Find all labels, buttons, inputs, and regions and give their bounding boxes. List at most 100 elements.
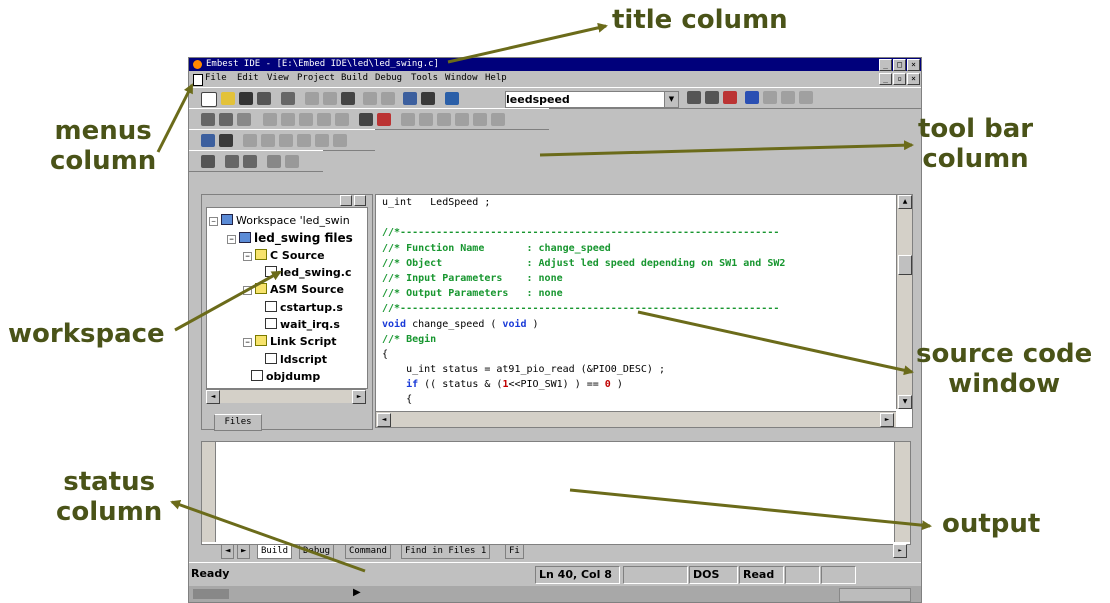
paste-icon[interactable] (341, 92, 355, 105)
scroll-right-icon[interactable]: ► (893, 544, 907, 558)
redo-icon[interactable] (381, 92, 395, 105)
workspace-dock-button[interactable] (340, 195, 352, 206)
save-icon[interactable] (239, 92, 253, 105)
output-toggle-icon[interactable] (421, 92, 435, 105)
code-line[interactable]: //* Input Parameters : none (382, 271, 894, 286)
call-stack-icon[interactable] (473, 113, 487, 126)
disconnect-icon[interactable] (285, 155, 299, 168)
code-line[interactable]: { (382, 347, 894, 362)
workspace-hscrollbar[interactable]: ◄ ► (206, 389, 366, 404)
view-workspace-icon[interactable] (201, 134, 215, 147)
view-registers-icon[interactable] (279, 134, 293, 147)
tab-find-in-files-1[interactable]: Find in Files 1 (401, 544, 491, 559)
remote-connect-icon[interactable] (201, 155, 215, 168)
view-memory-icon[interactable] (297, 134, 311, 147)
workspace-close-button[interactable] (354, 195, 366, 206)
tree-item-workspace[interactable]: − Workspace 'led_swin (209, 214, 350, 227)
scroll-down-icon[interactable]: ▼ (898, 395, 912, 409)
scroll-thumb[interactable] (898, 255, 912, 275)
step-over-icon[interactable] (299, 113, 313, 126)
save-all-icon[interactable] (257, 92, 271, 105)
code-line[interactable]: u_int LedSpeed ; (382, 195, 894, 210)
scroll-right-icon[interactable]: ► (880, 413, 894, 427)
code-line[interactable]: //* Function Name : change_speed (382, 241, 894, 256)
scroll-left-icon[interactable]: ◄ (206, 390, 220, 404)
tab-nav-right-icon[interactable]: ► (237, 544, 251, 559)
collapse-icon[interactable]: − (209, 217, 218, 226)
undo-icon[interactable] (363, 92, 377, 105)
scroll-right-icon[interactable]: ► (352, 390, 366, 404)
code-line[interactable]: if (( status & (1<<PIO_SW1) ) == 0 ) (382, 377, 894, 392)
close-button[interactable]: × (907, 59, 920, 71)
code-line[interactable]: //*-------------------------------------… (382, 301, 894, 316)
remove-breakpoints-icon[interactable] (377, 113, 391, 126)
tree-item-link-script[interactable]: − Link Script (243, 335, 337, 348)
bookmark-icon[interactable] (723, 91, 737, 104)
run-to-cursor-icon[interactable] (335, 113, 349, 126)
tab-debug[interactable]: Debug (299, 544, 335, 559)
disassembly-icon[interactable] (491, 113, 505, 126)
find-combo[interactable]: leedspeed ▼ (505, 91, 679, 108)
menu-view[interactable]: View (267, 71, 289, 86)
view-callstack-icon[interactable] (315, 134, 329, 147)
code-line[interactable]: u_int status = at91_pio_read (&PIO0_DESC… (382, 362, 894, 377)
doc-restore-button[interactable]: ▫ (893, 73, 906, 85)
tab-nav-left-icon[interactable]: ◄ (221, 544, 235, 559)
tree-item-file[interactable]: wait_irq.s (265, 318, 340, 331)
reset-icon[interactable] (267, 155, 281, 168)
code-editor[interactable]: u_int LedSpeed ; //*--------------------… (382, 195, 894, 409)
copy-icon[interactable] (323, 92, 337, 105)
collapse-icon[interactable]: − (243, 252, 252, 261)
tab-command[interactable]: Command (345, 544, 391, 559)
collapse-icon[interactable]: − (227, 235, 236, 244)
find-icon[interactable] (687, 91, 701, 104)
view-output-icon[interactable] (219, 134, 233, 147)
code-line[interactable]: { (382, 392, 894, 407)
download-icon[interactable] (225, 155, 239, 168)
output-vscrollbar[interactable] (894, 442, 910, 542)
find-next-icon[interactable] (705, 91, 719, 104)
scroll-up-icon[interactable]: ▲ (898, 195, 912, 209)
output-pane[interactable] (201, 441, 911, 545)
variables-window-icon[interactable] (419, 113, 433, 126)
view-disasm-icon[interactable] (333, 134, 347, 147)
menu-edit[interactable]: Edit (237, 71, 259, 86)
watch-window-icon[interactable] (401, 113, 415, 126)
menu-tools[interactable]: Tools (411, 71, 438, 86)
code-line[interactable]: //* Begin (382, 332, 894, 347)
tab-build[interactable]: Build (257, 544, 293, 559)
menu-help[interactable]: Help (485, 71, 507, 86)
menu-build[interactable]: Build (341, 71, 368, 86)
workspace-toggle-icon[interactable] (403, 92, 417, 105)
code-line[interactable]: if ( LedSpeed > 10000 ) LedSpeed -=1000 … (382, 408, 894, 409)
collapse-icon[interactable]: − (243, 338, 252, 347)
tree-item-c-source[interactable]: − C Source (243, 249, 325, 262)
go-icon[interactable] (263, 113, 277, 126)
chevron-down-icon[interactable]: ▼ (664, 92, 678, 107)
doc-minimize-button[interactable]: _ (879, 73, 892, 85)
flash-icon[interactable] (243, 155, 257, 168)
find-in-files-icon[interactable] (445, 92, 459, 105)
tree-item-project[interactable]: − led_swing files (227, 231, 353, 245)
step-out-icon[interactable] (317, 113, 331, 126)
code-line[interactable]: void change_speed ( void ) (382, 317, 894, 332)
stop-build-icon[interactable] (237, 113, 251, 126)
compile-icon[interactable] (201, 113, 215, 126)
open-file-icon[interactable] (221, 92, 235, 105)
tree-item-file[interactable]: cstartup.s (265, 301, 343, 314)
breakpoint-icon[interactable] (359, 113, 373, 126)
menu-window[interactable]: Window (445, 71, 478, 86)
tab-find-in-files-2[interactable]: Fi (505, 544, 524, 559)
tab-files[interactable]: Files (214, 414, 262, 431)
output-left-bar[interactable] (202, 442, 216, 542)
collapse-icon[interactable]: − (243, 286, 252, 295)
build-icon[interactable] (219, 113, 233, 126)
next-bookmark-icon[interactable] (763, 91, 777, 104)
play-icon[interactable]: ▶ (353, 587, 361, 598)
taskbar-item[interactable] (193, 589, 229, 599)
doc-close-button[interactable]: × (907, 73, 920, 85)
maximize-button[interactable]: □ (893, 59, 906, 71)
source-hscrollbar[interactable]: ◄ ► (376, 411, 896, 427)
clear-bookmarks-icon[interactable] (799, 91, 813, 104)
tree-item-file[interactable]: objdump (251, 370, 320, 383)
